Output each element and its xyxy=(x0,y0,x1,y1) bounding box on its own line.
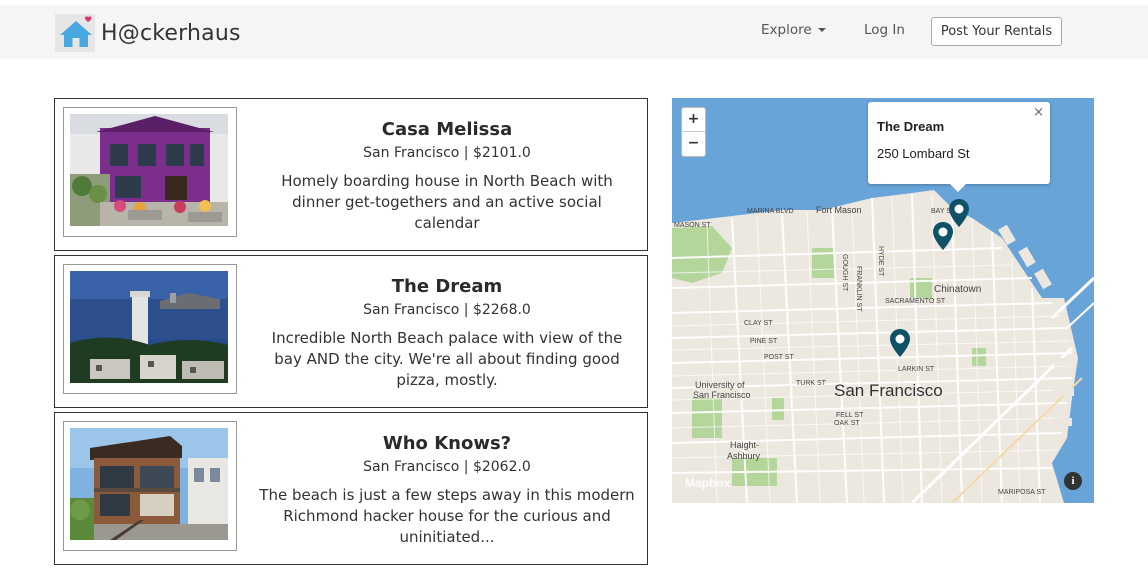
map-university-label: University of xyxy=(695,380,745,390)
map-street-label: SACRAMENTO ST xyxy=(885,298,946,305)
popup-close-icon[interactable]: × xyxy=(1033,105,1044,120)
popup-address: 250 Lombard St xyxy=(877,146,970,161)
listing-title[interactable]: The Dream xyxy=(245,274,649,300)
listing-description: Homely boarding house in North Beach wit… xyxy=(281,172,613,232)
map-street-label: LARKIN ST xyxy=(898,366,935,373)
mapbox-logo[interactable]: Mapbox xyxy=(685,476,730,490)
zoom-in-button[interactable]: + xyxy=(682,108,705,132)
map-fort-mason-label: Fort Mason xyxy=(816,205,862,215)
listing-thumbnail[interactable] xyxy=(63,421,237,551)
map-street-label: HYDE ST xyxy=(877,246,884,277)
modern-house-image xyxy=(70,428,228,540)
map-street-label: MARINA BLVD xyxy=(747,208,794,215)
listing-thumbnail[interactable] xyxy=(63,107,237,237)
listing-location-price: San Francisco | $2062.0 xyxy=(363,459,531,475)
post-rentals-button[interactable]: Post Your Rentals xyxy=(931,17,1062,46)
map-ashbury-label: Ashbury xyxy=(727,451,761,461)
map-city-label: San Francisco xyxy=(834,381,943,400)
login-link[interactable]: Log In xyxy=(864,22,905,38)
map-street-label: MASON ST xyxy=(674,222,711,229)
map-street-label: POST ST xyxy=(764,354,794,361)
listing-marker[interactable] xyxy=(932,221,954,251)
map-popup: × The Dream 250 Lombard St xyxy=(868,102,1050,192)
listing-details: The Dream San Francisco | $2268.0 Incred… xyxy=(245,274,649,391)
map-zoom-control: + − xyxy=(681,107,706,157)
brand-name: H@ckerhaus xyxy=(101,20,241,46)
map-university-label-2: San Francisco xyxy=(693,390,751,400)
info-icon[interactable]: i xyxy=(1064,472,1082,490)
listing-card[interactable]: The Dream San Francisco | $2268.0 Incred… xyxy=(54,255,648,408)
brand[interactable]: H@ckerhaus xyxy=(55,14,241,52)
house-logo-icon xyxy=(55,14,95,52)
listing-location-price: San Francisco | $2268.0 xyxy=(363,302,531,318)
explore-dropdown[interactable]: Explore xyxy=(761,22,826,38)
purple-house-image xyxy=(70,114,228,226)
map-street-label: GOUGH ST xyxy=(841,254,848,292)
coit-tower-image xyxy=(70,271,228,383)
explore-label: Explore xyxy=(761,22,812,38)
listings-map[interactable]: San Francisco Chinatown Fort Mason Haigh… xyxy=(672,98,1094,503)
listing-thumbnail[interactable] xyxy=(63,264,237,394)
listing-description: The beach is just a few steps away in th… xyxy=(259,486,635,546)
listing-description: Incredible North Beach palace with view … xyxy=(271,329,623,389)
listing-details: Who Knows? San Francisco | $2062.0 The b… xyxy=(245,431,649,548)
map-street-label: CLAY ST xyxy=(744,320,773,327)
map-street-label: PINE ST xyxy=(750,338,778,345)
listing-details: Casa Melissa San Francisco | $2101.0 Hom… xyxy=(245,117,649,234)
listing-title[interactable]: Who Knows? xyxy=(245,431,649,457)
map-street-label: TURK ST xyxy=(796,380,826,387)
caret-down-icon xyxy=(817,28,826,32)
map-street-label: OAK ST xyxy=(834,420,860,427)
listing-marker[interactable] xyxy=(889,328,911,358)
map-haight-label: Haight- xyxy=(730,440,760,450)
map-street-label: FELL ST xyxy=(836,412,864,419)
listing-card[interactable]: Who Knows? San Francisco | $2062.0 The b… xyxy=(54,412,648,565)
map-chinatown-label: Chinatown xyxy=(934,284,982,295)
listing-location-price: San Francisco | $2101.0 xyxy=(363,145,531,161)
listing-title[interactable]: Casa Melissa xyxy=(245,117,649,143)
navbar: H@ckerhaus Explore Log In Post Your Rent… xyxy=(0,5,1148,59)
zoom-out-button[interactable]: − xyxy=(682,132,705,156)
listing-card[interactable]: Casa Melissa San Francisco | $2101.0 Hom… xyxy=(54,98,648,251)
map-street-label: MARIPOSA ST xyxy=(998,489,1046,496)
popup-title: The Dream xyxy=(877,119,945,134)
map-street-label: FRANKLIN ST xyxy=(855,266,862,312)
